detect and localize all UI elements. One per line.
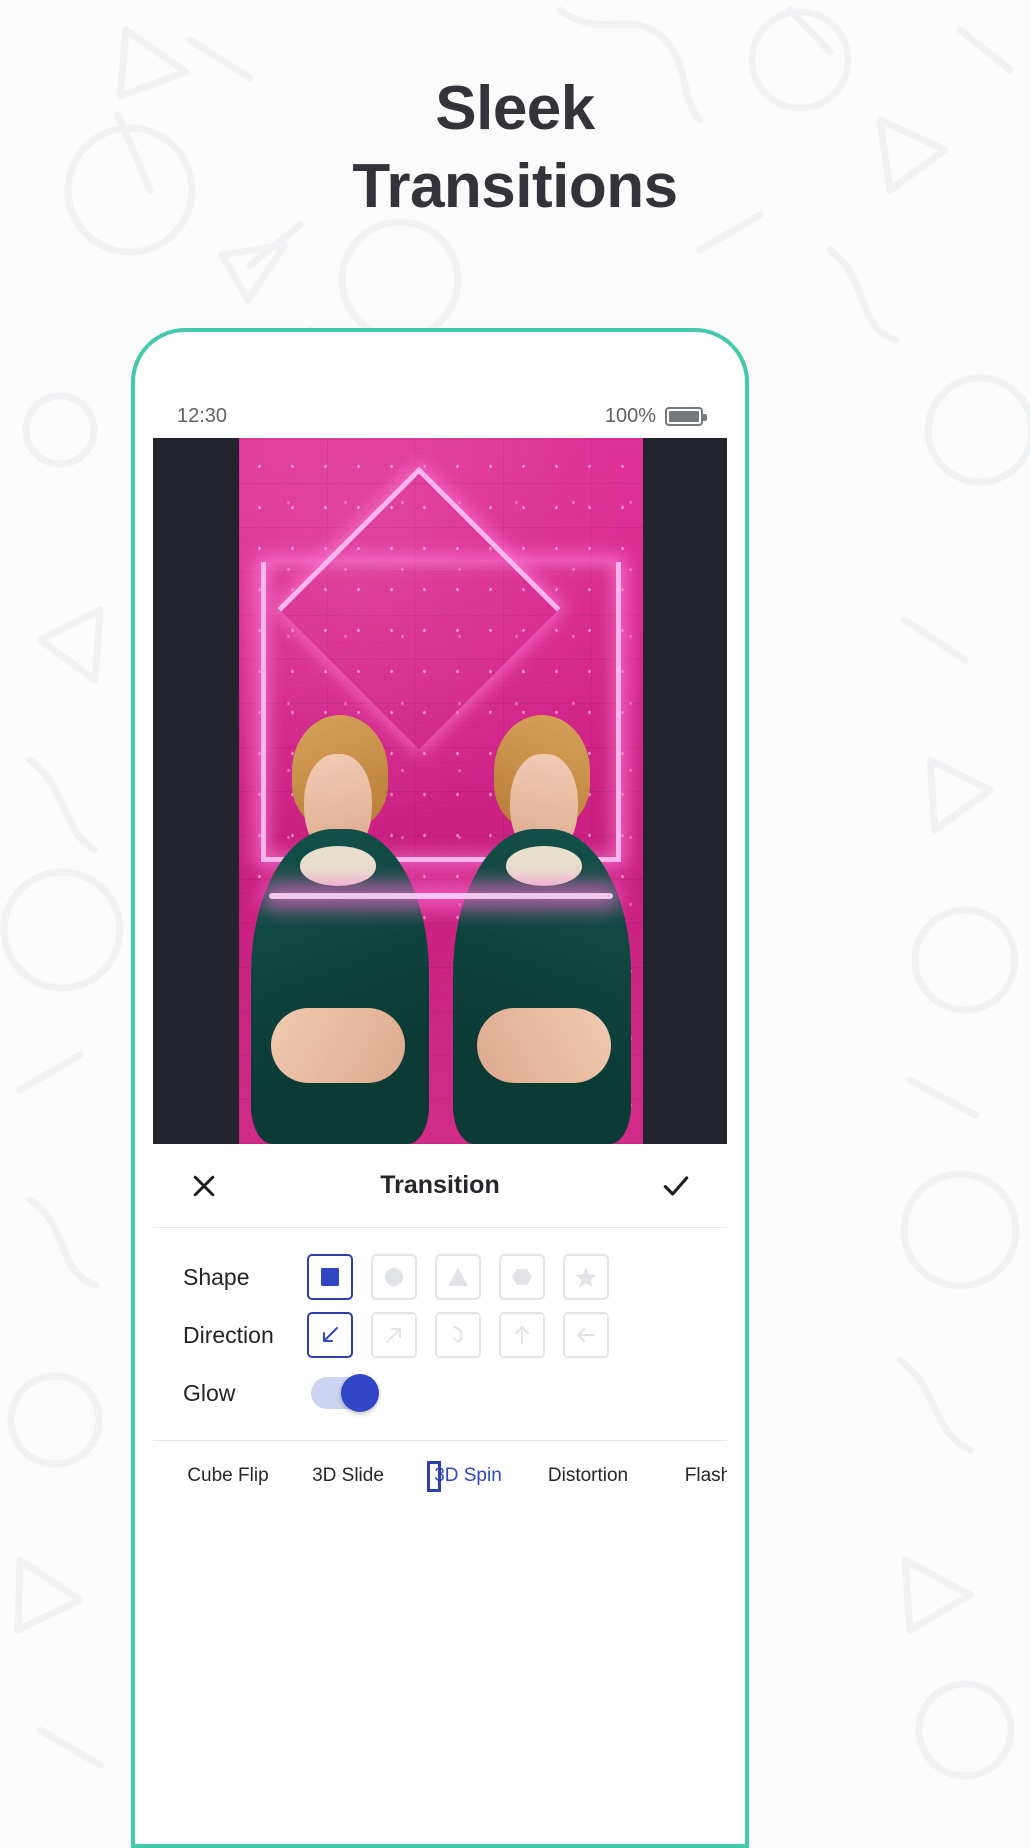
status-bar-right: 100% xyxy=(604,404,707,428)
direction-option-arrow-curve-down-icon[interactable] xyxy=(435,1312,481,1358)
transition-preset-label: 3D Spin xyxy=(434,1465,502,1486)
video-preview[interactable] xyxy=(153,438,727,1144)
shape-option-hexagon-icon[interactable] xyxy=(499,1254,545,1300)
transition-preset-cube-flip[interactable]: Cube Flip xyxy=(179,1465,277,1844)
control-row-glow: Glow xyxy=(153,1364,727,1422)
transition-preset-label: Flash xyxy=(684,1465,727,1486)
transition-presets-strip[interactable]: Cube Flip 3D Slide 3D Spin Distortion Fl… xyxy=(153,1441,727,1844)
editor-title: Transition xyxy=(380,1171,500,1199)
page-title-line-2: Transitions xyxy=(352,152,678,221)
transition-preset-3d-spin[interactable]: 3D Spin xyxy=(419,1465,517,1844)
subject-figure-left xyxy=(239,706,441,1144)
control-label-glow: Glow xyxy=(183,1379,236,1406)
control-label-shape: Shape xyxy=(183,1263,250,1290)
page-title-line-1: Sleek xyxy=(435,74,595,143)
subject-figure-right xyxy=(441,706,643,1144)
battery-full-icon xyxy=(665,406,707,426)
transition-preset-distortion[interactable]: Distortion xyxy=(539,1465,637,1844)
page-title: Sleek Transitions xyxy=(0,78,1030,218)
status-bar-battery-percent: 100% xyxy=(604,404,656,427)
shape-option-star-icon[interactable] xyxy=(563,1254,609,1300)
shape-option-group xyxy=(307,1254,609,1300)
transition-preset-3d-slide[interactable]: 3D Slide xyxy=(299,1465,397,1844)
control-row-shape: Shape xyxy=(153,1248,727,1306)
control-label-direction: Direction xyxy=(183,1321,274,1348)
glow-toggle-knob xyxy=(341,1374,379,1412)
transition-preset-label: Cube Flip xyxy=(187,1465,269,1486)
phone-mockup: 12:30 100% Transition Shape Direction Gl… xyxy=(131,328,749,1848)
direction-option-arrow-up-icon[interactable] xyxy=(499,1312,545,1358)
phone-screen: 12:30 100% Transition Shape Direction Gl… xyxy=(153,394,727,1844)
status-bar: 12:30 100% xyxy=(153,394,727,438)
check-icon[interactable] xyxy=(655,1165,697,1207)
video-frame xyxy=(239,438,643,1144)
direction-option-group xyxy=(307,1312,609,1358)
transition-controls: Shape Direction Glow xyxy=(153,1228,727,1441)
close-icon[interactable] xyxy=(183,1165,225,1207)
control-row-direction: Direction xyxy=(153,1306,727,1364)
shape-option-square-icon[interactable] xyxy=(307,1254,353,1300)
direction-option-arrow-down-left-icon[interactable] xyxy=(307,1312,353,1358)
transition-preset-label: 3D Slide xyxy=(312,1465,384,1486)
direction-option-arrow-left-icon[interactable] xyxy=(563,1312,609,1358)
shape-option-triangle-icon[interactable] xyxy=(435,1254,481,1300)
shape-option-circle-icon[interactable] xyxy=(371,1254,417,1300)
transition-preset-label: Distortion xyxy=(547,1465,629,1486)
transition-preset-flash[interactable]: Flash xyxy=(659,1465,727,1844)
direction-option-arrow-up-right-icon[interactable] xyxy=(371,1312,417,1358)
glow-toggle[interactable] xyxy=(311,1374,379,1412)
glow-mirror-line xyxy=(269,893,613,899)
status-bar-time: 12:30 xyxy=(177,404,228,427)
editor-header: Transition xyxy=(153,1144,727,1228)
